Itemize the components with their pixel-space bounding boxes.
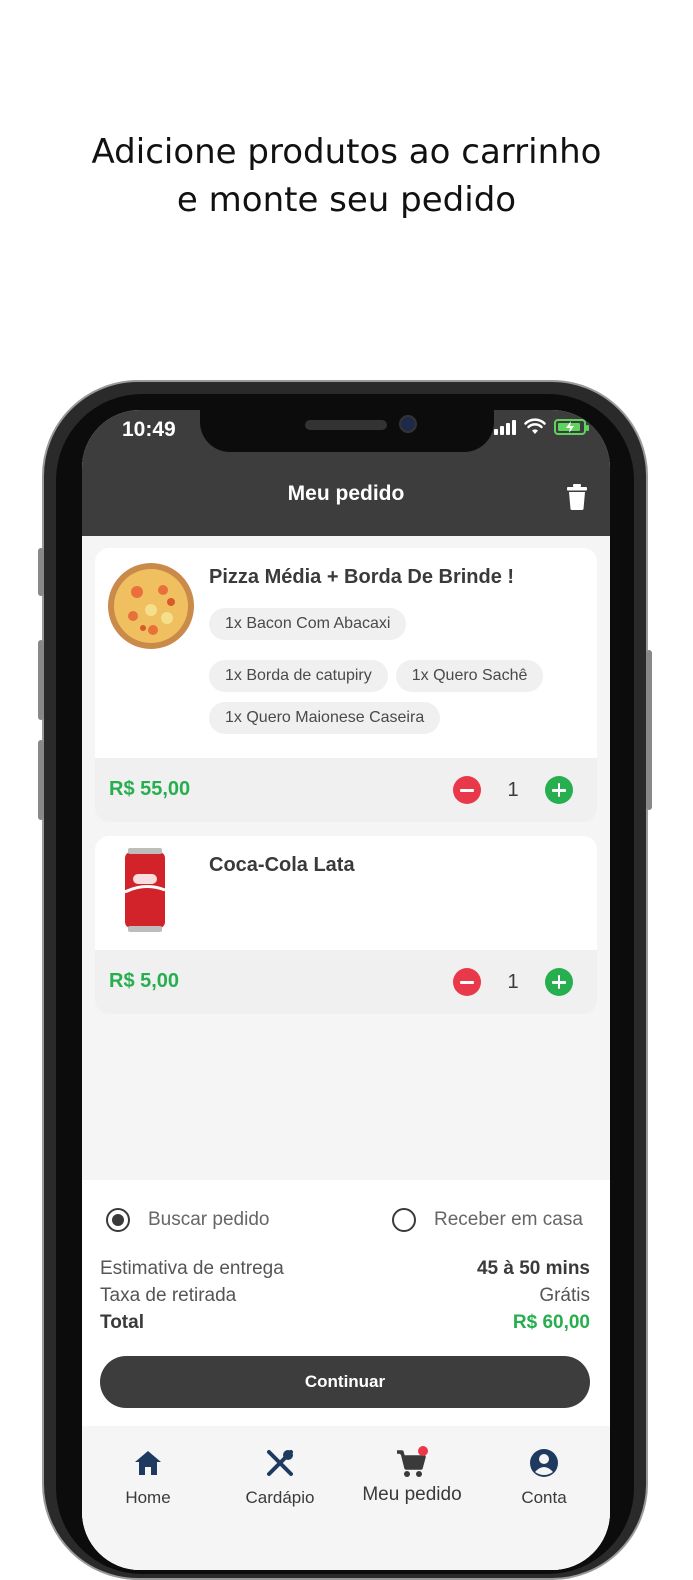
headline-line-1: Adicione produtos ao carrinho — [91, 132, 602, 172]
status-icons — [494, 418, 589, 436]
wifi-icon — [524, 418, 546, 434]
tab-label: Conta — [521, 1488, 567, 1507]
fee-row: Taxa de retirada Grátis — [100, 1285, 590, 1307]
delivery-label: Receber em casa — [434, 1209, 583, 1230]
item-name: Coca-Cola Lata — [209, 854, 355, 876]
battery-charging-icon — [554, 419, 589, 435]
minus-button[interactable] — [453, 968, 481, 996]
fee-value: Grátis — [539, 1285, 590, 1306]
fee-label: Taxa de retirada — [100, 1285, 237, 1306]
user-icon — [530, 1449, 558, 1477]
status-time: 10:49 — [122, 418, 176, 441]
pizza-image — [108, 563, 194, 649]
soda-can-image — [124, 848, 166, 932]
quantity-value: 1 — [507, 778, 519, 801]
tab-cardapio[interactable]: Cardápio — [214, 1446, 346, 1508]
continue-button[interactable]: Continuar — [100, 1356, 590, 1408]
total-row: Total R$ 60,00 — [100, 1312, 590, 1334]
quantity-value: 1 — [507, 970, 519, 993]
pickup-label: Buscar pedido — [148, 1209, 270, 1230]
item-price: R$ 5,00 — [109, 970, 180, 992]
cart-badge — [418, 1446, 428, 1456]
minus-button[interactable] — [453, 776, 481, 804]
tab-label: Cardápio — [245, 1488, 315, 1507]
tab-home[interactable]: Home — [82, 1446, 214, 1508]
phone-speaker — [305, 420, 387, 430]
option-chip: 1x Bacon Com Abacaxi — [209, 608, 407, 640]
headline-line-2: e monte seu pedido — [176, 180, 517, 220]
tab-label: Home — [125, 1488, 171, 1507]
phone-power-button — [646, 650, 652, 810]
option-chip: 1x Quero Maionese Caseira — [209, 702, 441, 734]
headline: Adicione produtos ao carrinho e monte se… — [0, 128, 693, 224]
phone-screen: 10:49 Meu pedido Pizza Média + Borda De … — [82, 410, 610, 1570]
trash-icon[interactable] — [566, 484, 588, 510]
utensils-icon — [267, 1450, 293, 1476]
tab-conta[interactable]: Conta — [478, 1446, 610, 1508]
radio-unselected-icon — [392, 1208, 416, 1232]
item-footer: R$ 5,00 1 — [95, 950, 597, 1014]
option-chip: 1x Quero Sachê — [395, 660, 544, 692]
home-icon — [135, 1451, 161, 1475]
total-value: R$ 60,00 — [512, 1312, 590, 1333]
cart-icon — [397, 1446, 428, 1477]
quantity-stepper: 1 — [453, 776, 573, 804]
cart-item-coca-cola: Coca-Cola Lata R$ 5,00 1 — [95, 836, 597, 1014]
delivery-option[interactable]: Receber em casa — [392, 1208, 583, 1232]
total-label: Total — [100, 1312, 144, 1333]
plus-button[interactable] — [545, 776, 573, 804]
estimate-label: Estimativa de entrega — [100, 1258, 284, 1279]
item-options: 1x Bacon Com Abacaxi 1x Borda de catupir… — [209, 608, 589, 734]
item-name: Pizza Média + Borda De Brinde ! — [209, 566, 515, 588]
estimate-value: 45 à 50 mins — [476, 1258, 590, 1279]
radio-selected-icon — [106, 1208, 130, 1232]
tab-meu-pedido[interactable]: Meu pedido — [346, 1446, 478, 1506]
signal-icon — [494, 419, 516, 435]
estimate-row: Estimativa de entrega 45 à 50 mins — [100, 1258, 590, 1280]
phone-camera — [399, 415, 417, 433]
cart-item-pizza: Pizza Média + Borda De Brinde ! 1x Bacon… — [95, 548, 597, 822]
plus-button[interactable] — [545, 968, 573, 996]
page-title: Meu pedido — [287, 482, 405, 505]
tab-bar: Home Cardápio Meu pedido Conta — [82, 1426, 610, 1570]
phone-volume-down — [38, 740, 44, 820]
item-footer: R$ 55,00 1 — [95, 758, 597, 822]
phone-volume-up — [38, 640, 44, 720]
option-chip: 1x Borda de catupiry — [209, 660, 388, 692]
item-price: R$ 55,00 — [109, 778, 191, 800]
pickup-option[interactable]: Buscar pedido — [106, 1208, 269, 1232]
phone-mute-switch — [38, 548, 44, 596]
quantity-stepper: 1 — [453, 968, 573, 996]
tab-label: Meu pedido — [362, 1484, 462, 1505]
